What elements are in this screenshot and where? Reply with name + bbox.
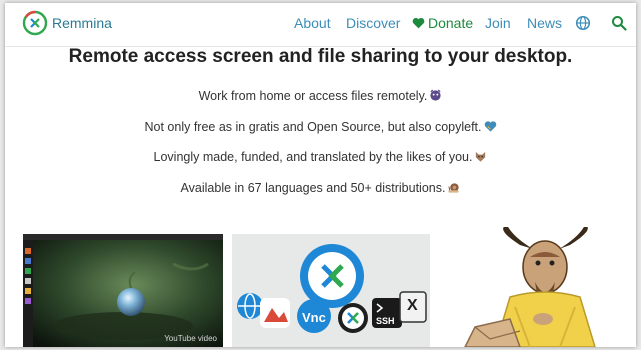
vnc-label: Vnc xyxy=(302,310,326,325)
nav-news-link[interactable]: News xyxy=(527,15,562,31)
nav-donate-link[interactable]: Donate xyxy=(412,15,473,31)
feature-text: Work from home or access files remotely. xyxy=(198,89,428,103)
snail-emoji-icon xyxy=(448,183,460,193)
top-nav: Remmina About Discover Donate Join News xyxy=(5,3,636,47)
remmina-logo-icon[interactable] xyxy=(22,10,48,36)
video-caption: YouTube video xyxy=(164,334,217,343)
gnu-mascot-illustration xyxy=(464,227,596,347)
video-preview-image xyxy=(23,234,223,347)
globe-icon[interactable] xyxy=(575,15,591,31)
feature-text: Available in 67 languages and 50+ distri… xyxy=(180,181,446,195)
gnu-emoji-icon xyxy=(430,89,441,101)
feature-line: Lovingly made, funded, and translated by… xyxy=(5,150,636,164)
feature-line: Work from home or access files remotely. xyxy=(5,89,636,103)
nav-discover-link[interactable]: Discover xyxy=(346,15,400,31)
page: Remmina About Discover Donate Join News … xyxy=(5,3,636,347)
brand-name[interactable]: Remmina xyxy=(52,15,112,31)
search-icon[interactable] xyxy=(611,15,627,31)
feature-line: Available in 67 languages and 50+ distri… xyxy=(5,181,636,195)
page-title: Remote access screen and file sharing to… xyxy=(68,46,573,67)
video-thumbnail[interactable]: YouTube video xyxy=(23,234,223,347)
feature-text: Lovingly made, funded, and translated by… xyxy=(153,150,473,164)
nav-about-link[interactable]: About xyxy=(294,15,331,31)
protocols-illustration: Vnc SSH X xyxy=(232,234,430,347)
feature-line: Not only free as in gratis and Open Sour… xyxy=(5,120,636,134)
fox-emoji-icon xyxy=(476,151,486,162)
feature-text: Not only free as in gratis and Open Sour… xyxy=(144,120,482,134)
protocols-image xyxy=(237,244,427,333)
heart-emoji-icon xyxy=(484,121,496,132)
ssh-label: SSH xyxy=(376,316,395,326)
nav-donate-label: Donate xyxy=(428,15,474,31)
heart-icon xyxy=(412,17,425,29)
x-label: X xyxy=(407,297,418,314)
nav-join-link[interactable]: Join xyxy=(485,15,511,31)
